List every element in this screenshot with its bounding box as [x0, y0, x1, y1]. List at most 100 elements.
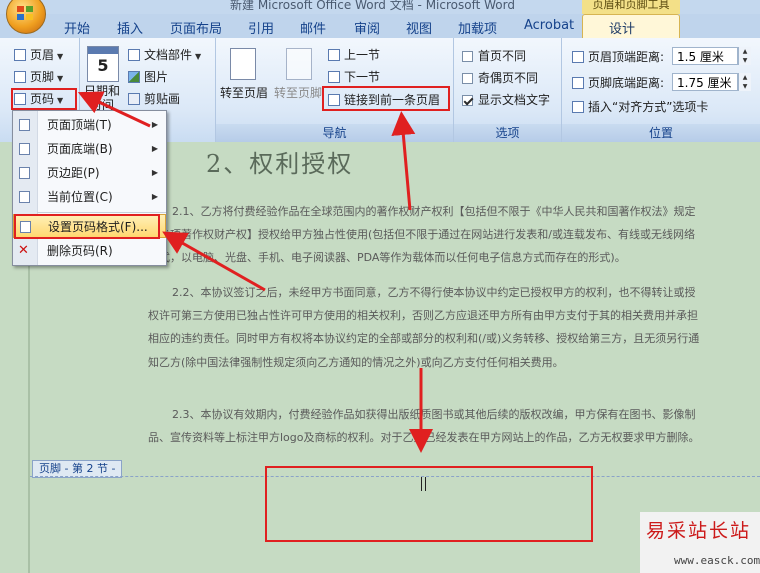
submenu-arrow-icon: ▶: [151, 120, 158, 129]
page-number-menu: 页面顶端(T) ▶ 页面底端(B) ▶ 页边距(P) ▶ 当前位置(C) ▶ 设…: [12, 110, 167, 266]
next-section-label: 下一节: [344, 70, 381, 84]
footer-button[interactable]: 页脚 ▼: [14, 68, 63, 85]
prev-section-button[interactable]: 上一节: [328, 46, 380, 63]
watermark-title: 易采站长站: [646, 520, 752, 542]
doc-parts-icon: [128, 49, 140, 61]
picture-label: 图片: [144, 70, 169, 84]
goto-header-icon: [230, 48, 256, 80]
picture-icon: [128, 71, 140, 83]
header-top-text: 页眉顶端距离:: [588, 50, 665, 64]
menu-item-current-position[interactable]: 当前位置(C) ▶: [13, 185, 166, 209]
submenu-arrow-icon: ▶: [151, 144, 158, 153]
section-heading: 2、权利授权: [206, 150, 354, 178]
goto-footer-button[interactable]: 转至页脚: [274, 84, 322, 101]
group-options: 首页不同 奇偶页不同 显示文档文字 选项: [454, 38, 562, 142]
options-group-label: 选项: [454, 124, 561, 142]
show-doc-text-checkbox[interactable]: 显示文档文字: [462, 91, 550, 108]
tab-page-layout[interactable]: 页面布局: [170, 18, 222, 37]
tab-mailings[interactable]: 邮件: [300, 18, 326, 37]
highlight-footer-region: [265, 466, 593, 542]
checkbox-icon: [462, 73, 473, 84]
prev-section-label: 上一节: [344, 48, 381, 62]
position-group-label: 位置: [562, 124, 760, 142]
footer-label: 页脚: [30, 70, 55, 84]
menu-item-label: 页边距(P): [47, 166, 100, 180]
paragraph-2-1: 2.1、乙方将付费经验作品在全球范围内的著作权财产权利【包括但不限于《中华人民共…: [148, 205, 696, 265]
menu-item-label: 当前位置(C): [47, 190, 113, 204]
tab-references[interactable]: 引用: [248, 18, 274, 37]
header-label: 页眉: [30, 48, 55, 62]
clip-art-icon: [128, 93, 140, 105]
insert-align-tab-button[interactable]: 插入“对齐方式”选项卡: [572, 98, 708, 115]
watermark-url: www.easck.com: [674, 554, 760, 567]
next-section-button[interactable]: 下一节: [328, 68, 380, 85]
page-margin-icon: [19, 167, 30, 179]
current-position-icon: [19, 191, 30, 203]
align-tab-label: 插入“对齐方式”选项卡: [588, 100, 709, 114]
checkbox-icon: [462, 95, 473, 106]
header-button[interactable]: 页眉 ▼: [14, 46, 63, 63]
menu-item-remove-page-numbers[interactable]: ✕ 删除页码(R): [13, 239, 166, 263]
menu-item-page-margin[interactable]: 页边距(P) ▶: [13, 161, 166, 185]
clip-art-button[interactable]: 剪贴画: [128, 90, 180, 107]
goto-header-button[interactable]: 转至页眉: [220, 84, 268, 101]
diff-first-page-checkbox[interactable]: 首页不同: [462, 47, 526, 64]
date-time-button[interactable]: 日期和 时间: [84, 84, 120, 112]
tab-view[interactable]: 视图: [406, 18, 432, 37]
footer-bottom-text: 页脚底端距离:: [588, 76, 665, 90]
diff-odd-even-checkbox[interactable]: 奇偶页不同: [462, 69, 538, 86]
menu-item-label: 页面顶端(T): [47, 118, 112, 132]
prev-section-icon: [328, 49, 340, 61]
highlight-link-previous: [322, 86, 450, 111]
highlight-format-page-numbers: [14, 214, 160, 239]
next-section-icon: [328, 71, 340, 83]
paragraph-2-2: 2.2、本协议签订之后，未经甲方书面同意，乙方不得行使本协议中约定已授权甲方的权…: [148, 286, 700, 369]
office-logo-icon: [17, 6, 33, 20]
header-top-distance-input[interactable]: 1.5 厘米: [672, 47, 738, 65]
ribbon-tab-bar: 开始 插入 页面布局 引用 邮件 审阅 视图 加载项 Acrobat 设计: [0, 14, 760, 38]
diff-first-label: 首页不同: [478, 49, 527, 63]
calendar-icon: 5: [87, 46, 119, 82]
window-title: 新建 Microsoft Office Word 文档 - Microsoft …: [230, 0, 515, 12]
header-top-spinner[interactable]: ▲ ▼: [738, 47, 751, 65]
tab-design[interactable]: 设计: [582, 14, 680, 38]
goto-footer-icon: [286, 48, 312, 80]
menu-item-page-top[interactable]: 页面顶端(T) ▶: [13, 113, 166, 137]
footer-distance-icon: [572, 77, 584, 89]
paragraph-2-3: 2.3、本协议有效期内，付费经验作品如获得出版纸质图书或其他后续的版权改编，甲方…: [148, 408, 700, 445]
checkbox-icon: [462, 51, 473, 62]
menu-item-label: 删除页码(R): [47, 244, 113, 258]
diff-odd-even-label: 奇偶页不同: [478, 71, 539, 85]
date-time-label-1: 日期和: [84, 84, 121, 98]
context-tab-title: 页眉和页脚工具: [582, 0, 680, 14]
watermark: 易采站长站 www.easck.com: [640, 512, 760, 573]
menu-item-label: 页面底端(B): [47, 142, 113, 156]
tab-insert[interactable]: 插入: [117, 18, 143, 37]
tab-review[interactable]: 审阅: [354, 18, 380, 37]
picture-button[interactable]: 图片: [128, 68, 168, 85]
header-icon: [14, 49, 26, 61]
clip-art-label: 剪贴画: [144, 92, 181, 106]
footer-icon: [14, 71, 26, 83]
tab-acrobat[interactable]: Acrobat: [524, 18, 574, 33]
header-top-distance-label: 页眉顶端距离:: [572, 48, 664, 65]
doc-parts-button[interactable]: 文档部件 ▼: [128, 46, 201, 63]
doc-parts-label: 文档部件: [144, 48, 193, 62]
tab-addins[interactable]: 加载项: [458, 18, 497, 37]
submenu-arrow-icon: ▶: [151, 192, 158, 201]
delete-icon: ✕: [18, 243, 29, 258]
header-distance-icon: [572, 51, 584, 63]
group-position: 页眉顶端距离: 1.5 厘米 ▲ ▼ 页脚底端距离: 1.75 厘米 ▲ ▼ 插入“…: [562, 38, 760, 142]
show-doc-text-label: 显示文档文字: [478, 93, 551, 107]
footer-bottom-distance-input[interactable]: 1.75 厘米: [672, 73, 738, 91]
navigation-group-label: 导航: [216, 124, 453, 142]
tab-home[interactable]: 开始: [64, 18, 90, 37]
footer-bottom-spinner[interactable]: ▲ ▼: [738, 73, 751, 91]
align-tab-icon: [572, 101, 584, 113]
menu-item-page-bottom[interactable]: 页面底端(B) ▶: [13, 137, 166, 161]
page-top-icon: [19, 119, 30, 131]
page-bottom-icon: [19, 143, 30, 155]
menu-separator: [37, 212, 166, 213]
footer-bottom-distance-label: 页脚底端距离:: [572, 74, 664, 91]
submenu-arrow-icon: ▶: [151, 168, 158, 177]
